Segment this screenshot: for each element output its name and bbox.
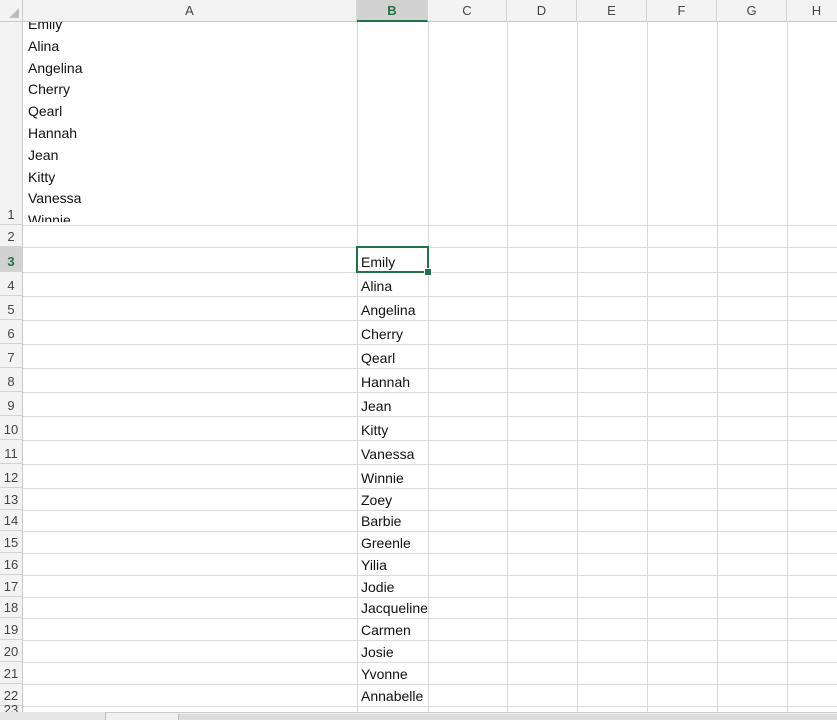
- row-header-13[interactable]: 13: [0, 488, 23, 510]
- cell-b12[interactable]: Winnie: [357, 464, 437, 488]
- cell-b19[interactable]: Carmen: [357, 618, 437, 640]
- row-header-21[interactable]: 21: [0, 662, 23, 684]
- cell-a1-line: Winnie: [28, 210, 83, 222]
- row-header-3[interactable]: 3: [0, 247, 23, 272]
- select-all-icon: [9, 8, 19, 18]
- horizontal-scrollbar[interactable]: [178, 714, 837, 720]
- column-header-b[interactable]: B: [357, 0, 428, 22]
- cell-b14[interactable]: Barbie: [357, 510, 437, 531]
- row-header-7[interactable]: 7: [0, 344, 23, 368]
- cell-b7[interactable]: Qearl: [357, 344, 437, 368]
- cell-a1-line: Cherry: [28, 79, 83, 101]
- row-header-6[interactable]: 6: [0, 320, 23, 344]
- row-header-10[interactable]: 10: [0, 416, 23, 440]
- cell-a1-text: Emily Alina Angelina Cherry Qearl Hannah…: [28, 22, 83, 222]
- row-header-5[interactable]: 5: [0, 296, 23, 320]
- fill-handle[interactable]: [424, 268, 432, 276]
- column-header-a[interactable]: A: [23, 0, 357, 22]
- gridline: [647, 22, 648, 720]
- cell-b20[interactable]: Josie: [357, 640, 437, 662]
- row-header-19[interactable]: 19: [0, 618, 23, 640]
- spreadsheet-grid[interactable]: A B C D E F G H 1 2 3 4 5 6 7 8 9 10 11 …: [0, 0, 837, 720]
- column-header-g[interactable]: G: [717, 0, 787, 22]
- cell-b11[interactable]: Vanessa: [357, 440, 437, 464]
- row-header-18[interactable]: 18: [0, 597, 23, 618]
- row-header-15[interactable]: 15: [0, 531, 23, 553]
- column-header-h[interactable]: H: [787, 0, 837, 22]
- cell-b18[interactable]: Jacqueline: [357, 597, 437, 618]
- cell-a1-line: Vanessa: [28, 188, 83, 210]
- column-header-f[interactable]: F: [647, 0, 717, 22]
- cell-a1-line: Alina: [28, 36, 83, 58]
- row-header-1[interactable]: 1: [0, 22, 23, 225]
- gridline: [507, 22, 508, 720]
- cell-a1-line: Emily: [28, 22, 83, 36]
- row-header-9[interactable]: 9: [0, 392, 23, 416]
- cell-a1-line: Qearl: [28, 101, 83, 123]
- row-header-12[interactable]: 12: [0, 464, 23, 488]
- column-header-d[interactable]: D: [507, 0, 577, 22]
- cell-a1[interactable]: Emily Alina Angelina Cherry Qearl Hannah…: [24, 22, 357, 222]
- column-header-e[interactable]: E: [577, 0, 647, 22]
- gridline: [787, 22, 788, 720]
- row-header-16[interactable]: 16: [0, 553, 23, 575]
- cell-b10[interactable]: Kitty: [357, 416, 437, 440]
- cell-a1-line: Angelina: [28, 58, 83, 80]
- cell-b6[interactable]: Cherry: [357, 320, 437, 344]
- cell-b17[interactable]: Jodie: [357, 575, 437, 597]
- row-header-8[interactable]: 8: [0, 368, 23, 392]
- gridline: [23, 225, 837, 226]
- cell-a1-line: Hannah: [28, 123, 83, 145]
- cell-b5[interactable]: Angelina: [357, 296, 437, 320]
- cell-b8[interactable]: Hannah: [357, 368, 437, 392]
- row-header-17[interactable]: 17: [0, 575, 23, 597]
- row-header-20[interactable]: 20: [0, 640, 23, 662]
- sheet-tab-area[interactable]: [0, 712, 106, 720]
- select-all-button[interactable]: [0, 0, 23, 22]
- row-header-11[interactable]: 11: [0, 440, 23, 464]
- cell-a1-line: Jean: [28, 145, 83, 167]
- cell-b16[interactable]: Yilia: [357, 553, 437, 575]
- cell-b13[interactable]: Zoey: [357, 488, 437, 510]
- row-header-14[interactable]: 14: [0, 510, 23, 531]
- cell-b15[interactable]: Greenle: [357, 531, 437, 553]
- cell-b9[interactable]: Jean: [357, 392, 437, 416]
- column-header-c[interactable]: C: [428, 0, 507, 22]
- cell-a1-line: Kitty: [28, 167, 83, 189]
- gridline: [577, 22, 578, 720]
- cell-b22[interactable]: Annabelle: [357, 684, 437, 706]
- row-header-2[interactable]: 2: [0, 225, 23, 247]
- gridline: [717, 22, 718, 720]
- cell-b21[interactable]: Yvonne: [357, 662, 437, 684]
- row-header-4[interactable]: 4: [0, 272, 23, 296]
- active-cell-selection[interactable]: [356, 246, 429, 273]
